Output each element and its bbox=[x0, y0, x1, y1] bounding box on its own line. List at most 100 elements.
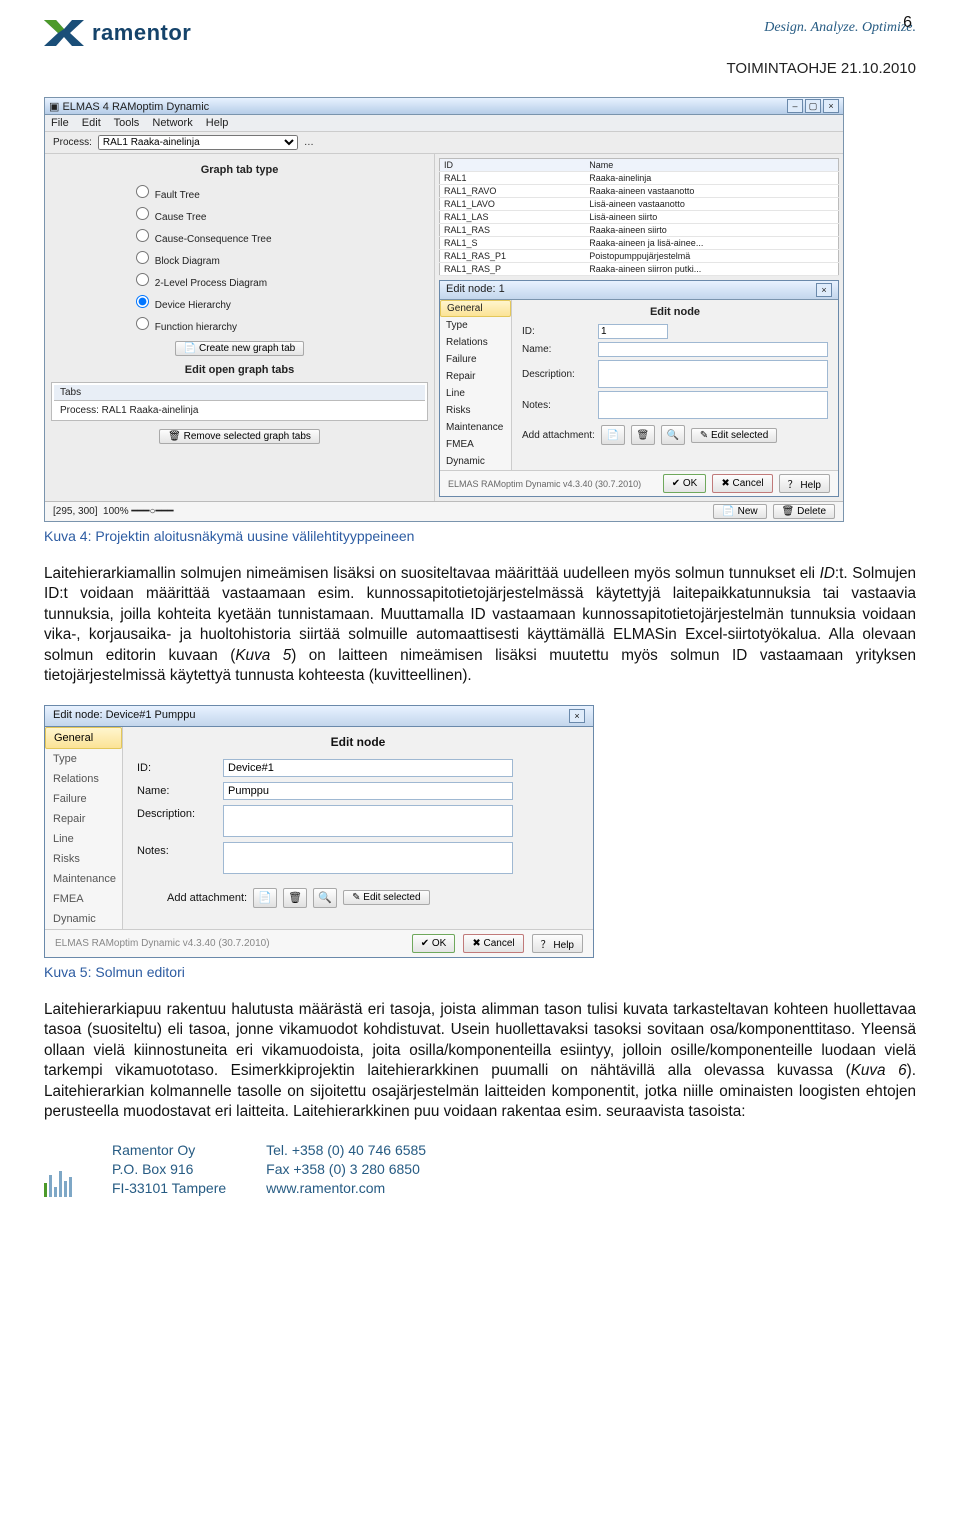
close-icon[interactable]: × bbox=[816, 283, 832, 297]
tab-type[interactable]: Type bbox=[440, 317, 511, 334]
radio-cause-tree[interactable]: Cause Tree bbox=[131, 204, 428, 223]
tab-type[interactable]: Type bbox=[45, 749, 122, 769]
radio-function-hierarchy[interactable]: Function hierarchy bbox=[131, 314, 428, 333]
edit-selected-button[interactable]: ✎ Edit selected bbox=[343, 890, 429, 905]
ok-button[interactable]: ✔ OK bbox=[412, 934, 456, 953]
close-button[interactable]: × bbox=[823, 99, 839, 113]
tab-fmea[interactable]: FMEA bbox=[45, 889, 122, 909]
desc-label: Description: bbox=[522, 369, 588, 380]
create-graph-tab-button[interactable]: 📄 Create new graph tab bbox=[175, 341, 304, 356]
radio-2level[interactable]: 2-Level Process Diagram bbox=[131, 270, 428, 289]
desc-label: Description: bbox=[137, 805, 209, 820]
attach-label: Add attachment: bbox=[522, 430, 595, 441]
close-icon[interactable]: × bbox=[569, 709, 585, 723]
tab-repair[interactable]: Repair bbox=[440, 368, 511, 385]
tab-risks[interactable]: Risks bbox=[440, 402, 511, 419]
tabs-row[interactable]: Process: RAL1 Raaka-ainelinja bbox=[54, 403, 425, 418]
tab-general[interactable]: General bbox=[45, 727, 122, 749]
footer-fax: Fax +358 (0) 3 280 6850 bbox=[266, 1160, 426, 1179]
table-row: RAL1_RASRaaka-aineen siirto bbox=[440, 224, 839, 237]
table-row: RAL1_SRaaka-aineen ja lisä-ainee... bbox=[440, 237, 839, 250]
edit-open-tabs-title: Edit open graph tabs bbox=[51, 364, 428, 376]
search-icon[interactable]: … bbox=[304, 137, 314, 148]
help-button[interactable]: ？ Help bbox=[532, 934, 583, 953]
name-input[interactable] bbox=[223, 782, 513, 800]
menu-tools[interactable]: Tools bbox=[114, 117, 140, 129]
tab-repair[interactable]: Repair bbox=[45, 809, 122, 829]
brand-tagline: Design. Analyze. Optimize. bbox=[764, 20, 916, 36]
menubar: File Edit Tools Network Help bbox=[45, 115, 843, 132]
tab-general[interactable]: General bbox=[440, 300, 511, 317]
graph-tab-type-title: Graph tab type bbox=[51, 164, 428, 176]
app-window: ▣ ELMAS 4 RAMoptim Dynamic – ▢ × File Ed… bbox=[44, 97, 844, 522]
brand-mark-icon bbox=[44, 20, 84, 46]
help-button[interactable]: ？ Help bbox=[779, 474, 830, 493]
remove-tabs-button[interactable]: 🗑 Remove selected graph tabs bbox=[159, 429, 320, 444]
tab-failure[interactable]: Failure bbox=[440, 351, 511, 368]
tab-risks[interactable]: Risks bbox=[45, 849, 122, 869]
tab-line[interactable]: Line bbox=[45, 829, 122, 849]
brand-logo: ramentor bbox=[44, 20, 191, 46]
attach-remove-icon[interactable]: 🗑 bbox=[631, 425, 655, 445]
notes-input[interactable] bbox=[598, 391, 828, 419]
tab-relations[interactable]: Relations bbox=[45, 769, 122, 789]
process-select[interactable]: RAL1 Raaka-ainelinja bbox=[98, 135, 298, 150]
desc-input[interactable] bbox=[223, 805, 513, 837]
col-name: Name bbox=[585, 159, 838, 172]
col-id: ID bbox=[440, 159, 586, 172]
tab-relations[interactable]: Relations bbox=[440, 334, 511, 351]
ok-button[interactable]: ✔ OK bbox=[663, 474, 707, 493]
notes-label: Notes: bbox=[522, 400, 588, 411]
desc-input[interactable] bbox=[598, 360, 828, 388]
radio-cct[interactable]: Cause-Consequence Tree bbox=[131, 226, 428, 245]
menu-network[interactable]: Network bbox=[152, 117, 192, 129]
page-number: 6 bbox=[903, 14, 912, 32]
attach-view-icon[interactable]: 🔍 bbox=[313, 888, 337, 908]
status-delete-button[interactable]: 🗑 Delete bbox=[773, 504, 835, 519]
footer-web: www.ramentor.com bbox=[266, 1179, 426, 1198]
id-name-table[interactable]: IDName RAL1Raaka-ainelinja RAL1_RAVORaak… bbox=[439, 158, 839, 276]
footer-city: FI-33101 Tampere bbox=[112, 1179, 226, 1198]
id-input[interactable] bbox=[598, 324, 668, 339]
process-label: Process: bbox=[53, 137, 92, 148]
id-input[interactable] bbox=[223, 759, 513, 777]
radio-block-diagram[interactable]: Block Diagram bbox=[131, 248, 428, 267]
attach-label: Add attachment: bbox=[167, 892, 247, 904]
cancel-button[interactable]: ✖ Cancel bbox=[463, 934, 523, 953]
edit-node-dialog: Edit node: 1 × General Type Relations Fa… bbox=[439, 280, 839, 497]
figure-caption-5: Kuva 5: Solmun editori bbox=[44, 964, 916, 980]
edit-node-heading: Edit node bbox=[522, 306, 828, 318]
body-paragraph-1: Laitehierarkiamallin solmujen nimeämisen… bbox=[44, 564, 916, 687]
tab-dynamic[interactable]: Dynamic bbox=[440, 453, 511, 470]
attach-view-icon[interactable]: 🔍 bbox=[661, 425, 685, 445]
edit-selected-button[interactable]: ✎ Edit selected bbox=[691, 428, 777, 443]
status-new-button[interactable]: 📄 New bbox=[713, 504, 766, 519]
radio-fault-tree[interactable]: Fault Tree bbox=[131, 182, 428, 201]
notes-input[interactable] bbox=[223, 842, 513, 874]
tab-maintenance[interactable]: Maintenance bbox=[440, 419, 511, 436]
menu-file[interactable]: File bbox=[51, 117, 69, 129]
open-tabs-table[interactable]: Tabs Process: RAL1 Raaka-ainelinja bbox=[51, 382, 428, 421]
attach-file-icon[interactable]: 📄 bbox=[601, 425, 625, 445]
tabs-header: Tabs bbox=[54, 385, 425, 401]
menu-help[interactable]: Help bbox=[206, 117, 229, 129]
radio-device-hierarchy[interactable]: Device Hierarchy bbox=[131, 292, 428, 311]
name-input[interactable] bbox=[598, 342, 828, 357]
minimize-button[interactable]: – bbox=[787, 99, 803, 113]
cancel-button[interactable]: ✖ Cancel bbox=[712, 474, 772, 493]
id-label: ID: bbox=[522, 326, 588, 337]
tab-maintenance[interactable]: Maintenance bbox=[45, 869, 122, 889]
tab-dynamic[interactable]: Dynamic bbox=[45, 909, 122, 929]
footer-mark-icon bbox=[44, 1167, 72, 1197]
graph-type-radios: Fault Tree Cause Tree Cause-Consequence … bbox=[51, 182, 428, 333]
footer-company: Ramentor Oy bbox=[112, 1141, 226, 1160]
attach-remove-icon[interactable]: 🗑 bbox=[283, 888, 307, 908]
doc-footer: Ramentor Oy P.O. Box 916 FI-33101 Tamper… bbox=[44, 1141, 916, 1198]
table-row: RAL1_LAVOLisä-aineen vastaanotto bbox=[440, 198, 839, 211]
maximize-button[interactable]: ▢ bbox=[805, 99, 821, 113]
tab-fmea[interactable]: FMEA bbox=[440, 436, 511, 453]
menu-edit[interactable]: Edit bbox=[82, 117, 101, 129]
tab-failure[interactable]: Failure bbox=[45, 789, 122, 809]
attach-file-icon[interactable]: 📄 bbox=[253, 888, 277, 908]
tab-line[interactable]: Line bbox=[440, 385, 511, 402]
